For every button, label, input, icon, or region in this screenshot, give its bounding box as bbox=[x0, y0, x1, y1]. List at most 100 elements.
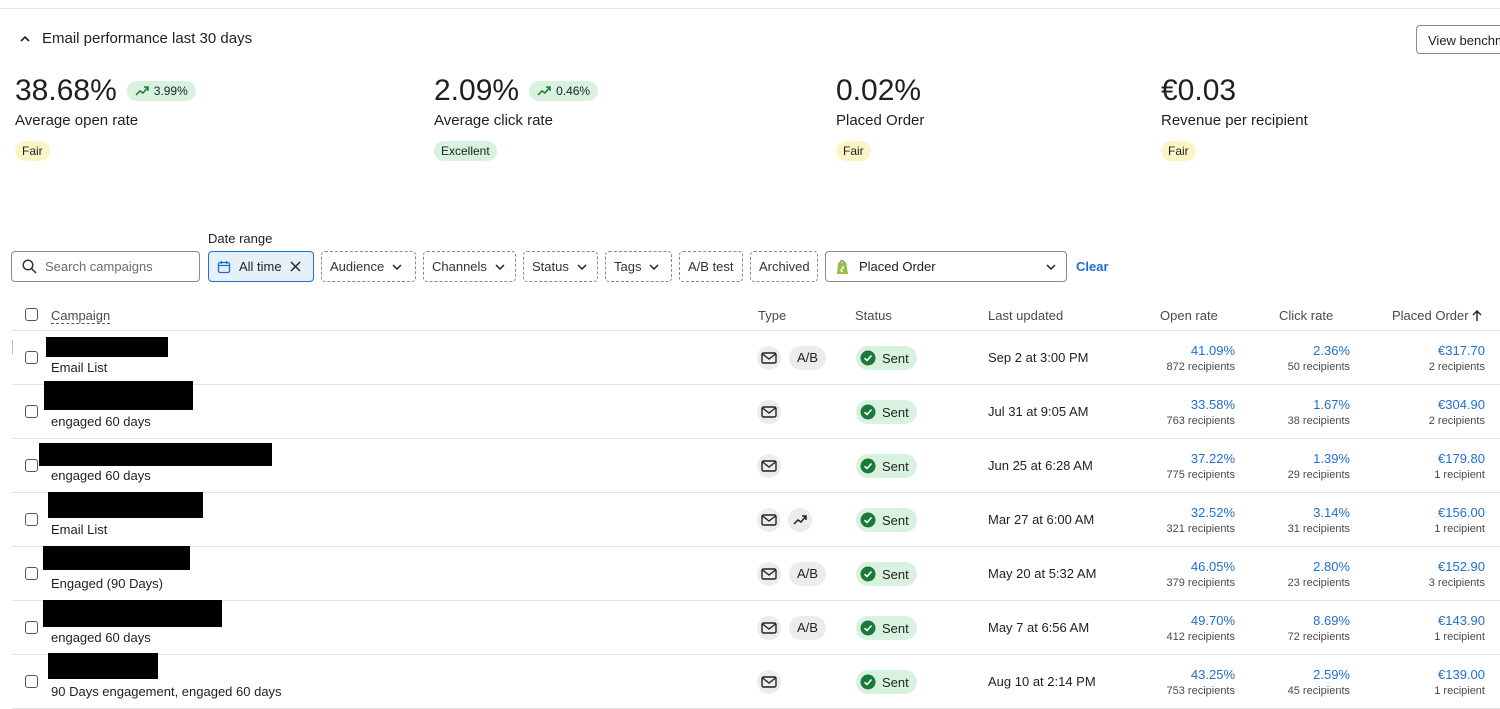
row-checkbox[interactable] bbox=[25, 351, 38, 364]
click-rate-value[interactable]: 2.80% bbox=[1230, 559, 1350, 574]
open-rate-value[interactable]: 41.09% bbox=[1115, 343, 1235, 358]
select-all-checkbox[interactable] bbox=[25, 308, 38, 321]
click-rate-value[interactable]: 2.36% bbox=[1230, 343, 1350, 358]
open-rate-value[interactable]: 37.22% bbox=[1115, 451, 1235, 466]
row-checkbox[interactable] bbox=[25, 459, 38, 472]
click-rate-value[interactable]: 1.39% bbox=[1230, 451, 1350, 466]
last-updated: Jun 25 at 6:28 AM bbox=[988, 458, 1093, 473]
table-row[interactable]: engaged 60 days Sent Jul 31 at 9:05 AM 33.5… bbox=[0, 385, 1500, 439]
open-rate-cell[interactable]: 41.09% 872 recipients bbox=[1115, 343, 1236, 373]
archived-filter[interactable]: Archived bbox=[750, 251, 818, 282]
click-rate-cell[interactable]: 1.67% 38 recipients bbox=[1230, 397, 1350, 427]
placed-order-value[interactable]: €143.90 bbox=[1365, 613, 1485, 628]
click-rate-cell[interactable]: 2.80% 23 recipients bbox=[1230, 559, 1350, 589]
rating-badge: Excellent bbox=[434, 141, 497, 161]
last-updated: Mar 27 at 6:00 AM bbox=[988, 512, 1095, 527]
ab-test-filter[interactable]: A/B test bbox=[679, 251, 743, 282]
status-badge: Sent bbox=[856, 400, 917, 424]
view-benchmarks-button[interactable]: View benchmarks bbox=[1416, 25, 1500, 54]
open-rate-value[interactable]: 46.05% bbox=[1115, 559, 1235, 574]
clear-filters-button[interactable]: Clear bbox=[1076, 259, 1109, 274]
redacted-campaign-name[interactable] bbox=[48, 653, 158, 679]
click-rate-value[interactable]: 3.14% bbox=[1230, 505, 1350, 520]
redacted-campaign-name[interactable] bbox=[46, 337, 168, 357]
last-updated: May 7 at 6:56 AM bbox=[988, 620, 1090, 635]
top-divider bbox=[0, 8, 1500, 9]
column-header-last-updated[interactable]: Last updated bbox=[988, 308, 1063, 323]
placed-order-value[interactable]: €156.00 bbox=[1365, 505, 1485, 520]
click-rate-value[interactable]: 8.69% bbox=[1230, 613, 1350, 628]
click-rate-cell[interactable]: 3.14% 31 recipients bbox=[1230, 505, 1350, 535]
column-header-open-rate[interactable]: Open rate bbox=[1160, 308, 1218, 323]
open-rate-value[interactable]: 43.25% bbox=[1115, 667, 1235, 682]
placed-order-value[interactable]: €152.90 bbox=[1365, 559, 1485, 574]
date-range-filter[interactable]: All time bbox=[208, 251, 314, 282]
click-rate-value[interactable]: 1.67% bbox=[1230, 397, 1350, 412]
open-rate-value[interactable]: 49.70% bbox=[1115, 613, 1235, 628]
click-rate-cell[interactable]: 2.59% 45 recipients bbox=[1230, 667, 1350, 697]
placed-order-cell[interactable]: €179.80 1 recipient bbox=[1365, 451, 1485, 481]
click-rate-recipients: 50 recipients bbox=[1287, 361, 1350, 373]
open-rate-value[interactable]: 32.52% bbox=[1115, 505, 1235, 520]
click-rate-cell[interactable]: 2.36% 50 recipients bbox=[1230, 343, 1350, 373]
last-updated: Jul 31 at 9:05 AM bbox=[988, 404, 1089, 419]
row-checkbox[interactable] bbox=[25, 405, 38, 418]
status-filter[interactable]: Status bbox=[523, 251, 598, 282]
placed-order-cell[interactable]: €317.70 2 recipients bbox=[1365, 343, 1485, 373]
placed-order-value[interactable]: €139.00 bbox=[1365, 667, 1485, 682]
chevron-up-icon[interactable] bbox=[20, 34, 30, 44]
click-rate-cell[interactable]: 1.39% 29 recipients bbox=[1230, 451, 1350, 481]
click-rate-value[interactable]: 2.59% bbox=[1230, 667, 1350, 682]
placed-order-value[interactable]: €317.70 bbox=[1365, 343, 1485, 358]
placed-order-cell[interactable]: €304.90 2 recipients bbox=[1365, 397, 1485, 427]
performance-header[interactable]: Email performance last 30 days bbox=[20, 30, 252, 47]
open-rate-cell[interactable]: 49.70% 412 recipients bbox=[1115, 613, 1236, 643]
open-rate-cell[interactable]: 46.05% 379 recipients bbox=[1115, 559, 1236, 589]
date-range-value: All time bbox=[239, 259, 282, 274]
email-type bbox=[757, 454, 781, 478]
row-checkbox[interactable] bbox=[25, 621, 38, 634]
metric-select[interactable]: Placed Order bbox=[825, 251, 1067, 282]
placed-order-cell[interactable]: €152.90 3 recipients bbox=[1365, 559, 1485, 589]
open-rate-cell[interactable]: 33.58% 763 recipients bbox=[1115, 397, 1236, 427]
audience-filter[interactable]: Audience bbox=[321, 251, 416, 282]
tags-filter[interactable]: Tags bbox=[605, 251, 672, 282]
metric-select-value: Placed Order bbox=[859, 259, 936, 274]
redacted-campaign-name[interactable] bbox=[43, 600, 222, 627]
placed-order-recipients: 1 recipient bbox=[1434, 685, 1485, 697]
open-rate-recipients: 753 recipients bbox=[1166, 685, 1236, 697]
row-checkbox[interactable] bbox=[25, 675, 38, 688]
redacted-campaign-name[interactable] bbox=[39, 443, 272, 466]
placed-order-value[interactable]: €304.90 bbox=[1365, 397, 1485, 412]
table-row[interactable]: 90 Days engagement, engaged 60 days Sent A… bbox=[0, 655, 1500, 709]
row-checkbox[interactable] bbox=[25, 567, 38, 580]
redacted-campaign-name[interactable] bbox=[43, 546, 190, 570]
search-input[interactable]: Search campaigns bbox=[11, 251, 200, 282]
placed-order-value[interactable]: €179.80 bbox=[1365, 451, 1485, 466]
chip-label: Channels bbox=[432, 259, 487, 274]
last-updated: May 20 at 5:32 AM bbox=[988, 566, 1097, 581]
sort-arrow-up-icon[interactable] bbox=[1472, 310, 1482, 322]
placed-order-cell[interactable]: €143.90 1 recipient bbox=[1365, 613, 1485, 643]
close-icon[interactable] bbox=[290, 261, 301, 272]
table-row[interactable]: Email List Sent Mar 27 at 6:00 AM 32.52% 321… bbox=[0, 493, 1500, 547]
status-text: Sent bbox=[882, 566, 909, 582]
placed-order-cell[interactable]: €139.00 1 recipient bbox=[1365, 667, 1485, 697]
column-header-placed-order[interactable]: Placed Order bbox=[1392, 308, 1469, 323]
channels-filter[interactable]: Channels bbox=[423, 251, 516, 282]
open-rate-cell[interactable]: 43.25% 753 recipients bbox=[1115, 667, 1236, 697]
table-row[interactable]: Engaged (90 Days) A/B Sent May 20 at 5:32 A… bbox=[0, 547, 1500, 601]
click-rate-cell[interactable]: 8.69% 72 recipients bbox=[1230, 613, 1350, 643]
table-row[interactable]: Email List A/B Sent Sep 2 at 3:00 PM 41.09% 8… bbox=[0, 331, 1500, 385]
table-row[interactable]: engaged 60 days A/B Sent May 7 at 6:56 AM 49… bbox=[0, 601, 1500, 655]
email-type bbox=[757, 400, 781, 424]
row-checkbox[interactable] bbox=[25, 513, 38, 526]
redacted-campaign-name[interactable] bbox=[48, 492, 203, 518]
open-rate-cell[interactable]: 37.22% 775 recipients bbox=[1115, 451, 1236, 481]
open-rate-value[interactable]: 33.58% bbox=[1115, 397, 1235, 412]
placed-order-cell[interactable]: €156.00 1 recipient bbox=[1365, 505, 1485, 535]
column-header-campaign[interactable]: Campaign bbox=[51, 308, 111, 324]
column-header-click-rate[interactable]: Click rate bbox=[1279, 308, 1333, 323]
open-rate-cell[interactable]: 32.52% 321 recipients bbox=[1115, 505, 1236, 535]
redacted-campaign-name[interactable] bbox=[44, 381, 193, 410]
